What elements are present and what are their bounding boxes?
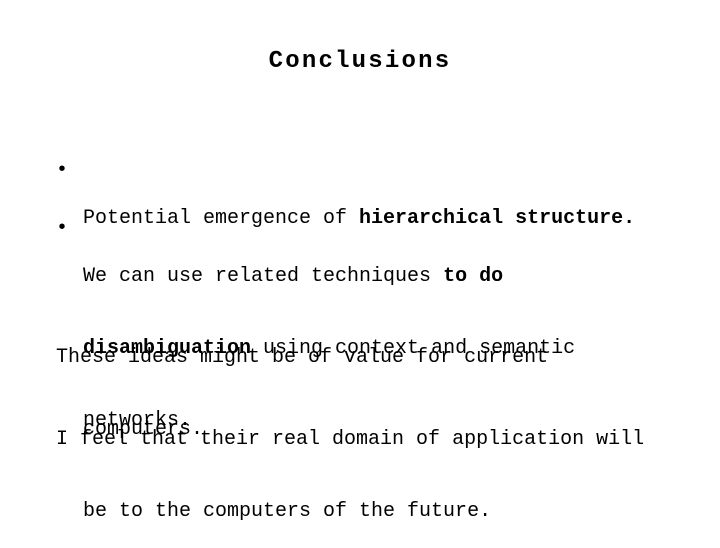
paragraph-2-line-1: I feel that their real domain of applica… [56, 428, 645, 451]
bullet-marker: • [56, 217, 69, 240]
bullet-bold-text: to do [443, 265, 504, 288]
bullet-marker: • [56, 159, 69, 182]
paragraph-1-line-1: These ideas might be of value for curren… [56, 346, 549, 369]
paragraph-2: I feel that their real domain of applica… [56, 380, 644, 548]
bullet-text: We can use related techniques [83, 265, 444, 288]
paragraph-2-line-2: be to the computers of the future. [83, 500, 492, 523]
slide-title: Conclusions [268, 48, 452, 75]
bullet-2-line-1: We can use related techniques to do [56, 265, 575, 289]
